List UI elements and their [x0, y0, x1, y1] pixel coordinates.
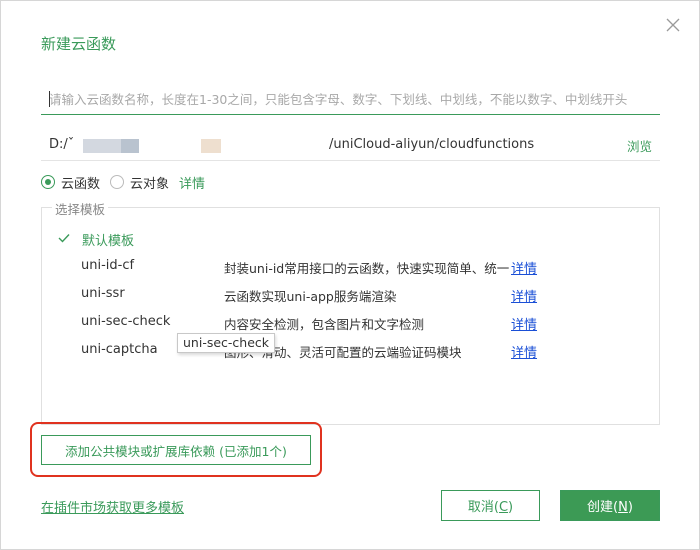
template-description: 云函数实现uni-app服务端渲染 [224, 289, 397, 304]
template-tooltip: uni-sec-check [177, 333, 276, 353]
cancel-label-close: ) [508, 500, 514, 515]
template-group-legend: 选择模板 [52, 199, 109, 218]
cancel-button[interactable]: 取消(C) [441, 490, 540, 521]
template-name: uni-captcha [81, 342, 158, 357]
path-suffix: /uniCloud-aliyun/cloudfunctions [329, 137, 535, 152]
redacted-path-segment [83, 139, 121, 153]
checkmark-icon [58, 232, 72, 247]
cancel-label: 取消( [467, 500, 499, 515]
template-description: 内容安全检测，包含图片和文字检测 [224, 317, 425, 332]
function-name-input[interactable] [41, 85, 660, 113]
create-button[interactable]: 创建(N) [560, 490, 660, 521]
default-template-label: 默认模板 [82, 234, 135, 249]
template-item[interactable]: uni-id-cf 封装uni-id常用接口的云函数，快速实现简单、统一、 详情 [81, 258, 641, 278]
plugin-market-link[interactable]: 在插件市场获取更多模板 [41, 497, 184, 516]
template-name: uni-sec-check [81, 314, 171, 329]
dialog-title: 新建云函数 [41, 35, 117, 53]
close-icon[interactable] [665, 17, 683, 35]
function-name-field [41, 85, 660, 115]
text-caret [49, 91, 50, 107]
new-cloud-function-dialog: 新建云函数 D:/ˇ /uniCloud-aliyun/cloudfunctio… [0, 0, 700, 550]
redacted-path-segment [121, 139, 139, 153]
template-name: uni-id-cf [81, 258, 135, 273]
add-dependencies-button[interactable]: 添加公共模块或扩展库依赖 (已添加1个) [41, 435, 311, 465]
cloud-object-radio[interactable] [110, 175, 125, 189]
template-item[interactable]: uni-ssr 云函数实现uni-app服务端渲染 详情 [81, 286, 641, 306]
browse-link[interactable]: 浏览 [627, 136, 652, 155]
path-prefix: D:/ˇ [49, 137, 75, 152]
default-template-item[interactable]: 默认模板 [58, 230, 134, 249]
template-description: 封装uni-id常用接口的云函数，快速实现简单、统一、 [224, 261, 510, 276]
create-label-close: ) [627, 500, 633, 515]
type-detail-link[interactable]: 详情 [179, 173, 205, 192]
template-group: 选择模板 默认模板 uni-id-cf 封装uni-id常用接口的云函数，快速实… [41, 199, 660, 425]
create-shortcut-key: N [618, 500, 628, 515]
cancel-shortcut-key: C [498, 500, 509, 515]
template-detail-link[interactable]: 详情 [511, 342, 537, 361]
cloud-function-radio[interactable] [41, 175, 55, 189]
redacted-path-segment [201, 139, 221, 153]
template-name: uni-ssr [81, 286, 125, 301]
template-item[interactable]: uni-captcha 图形、滑动、灵活可配置的云端验证码模块 详情 [81, 342, 641, 362]
template-item[interactable]: uni-sec-check 内容安全检测，包含图片和文字检测 详情 [81, 314, 641, 334]
create-label: 创建( [587, 500, 619, 515]
cloud-object-label[interactable]: 云对象 [130, 173, 169, 192]
template-detail-link[interactable]: 详情 [511, 314, 537, 333]
function-type-group: 云函数 云对象 详情 [41, 173, 205, 192]
template-detail-link[interactable]: 详情 [511, 258, 537, 277]
cloud-function-label[interactable]: 云函数 [61, 173, 100, 192]
template-detail-link[interactable]: 详情 [511, 286, 537, 305]
path-row: D:/ˇ /uniCloud-aliyun/cloudfunctions 浏览 [41, 129, 660, 161]
